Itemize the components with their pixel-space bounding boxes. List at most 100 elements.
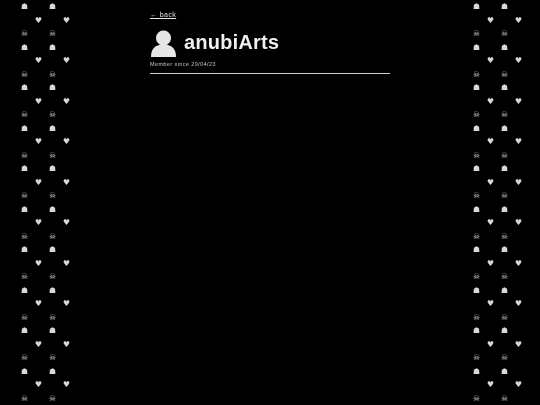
skull-icon: ☠ (48, 393, 57, 403)
heart-icon: ♥ (34, 96, 43, 106)
heart-icon: ♥ (486, 299, 495, 308)
ghost-icon: ☗ (48, 42, 57, 52)
heart-icon: ♥ (34, 380, 43, 389)
skull-icon: ☠ (20, 29, 29, 38)
ghost-icon: ☗ (472, 2, 481, 11)
heart-icon: ♥ (34, 137, 43, 146)
heart-icon: ♥ (62, 177, 71, 187)
ghost-icon: ☗ (20, 42, 29, 52)
ghost-icon: ☗ (500, 42, 509, 52)
profile-header: anubiArts (150, 29, 390, 57)
ghost-icon: ☗ (48, 123, 57, 133)
skull-icon: ☠ (500, 312, 509, 322)
ghost-icon: ☗ (20, 245, 29, 254)
skull-icon: ☠ (472, 231, 481, 241)
heart-icon: ♥ (514, 15, 523, 25)
skull-icon: ☠ (500, 353, 509, 362)
heart-icon: ♥ (514, 258, 523, 268)
skull-icon: ☠ (472, 312, 481, 322)
heart-icon: ♥ (514, 137, 523, 146)
ghost-icon: ☗ (48, 326, 57, 335)
heart-icon: ♥ (34, 15, 43, 25)
ghost-icon: ☗ (472, 204, 481, 214)
ghost-icon: ☗ (500, 326, 509, 335)
heart-icon: ♥ (62, 15, 71, 25)
skull-icon: ☠ (20, 353, 29, 362)
skull-icon: ☠ (20, 150, 29, 160)
skull-icon: ☠ (48, 69, 57, 79)
ghost-icon: ☗ (500, 204, 509, 214)
ghost-icon: ☗ (48, 2, 57, 11)
heart-icon: ♥ (514, 380, 523, 389)
heart-icon: ♥ (486, 137, 495, 146)
heart-icon: ♥ (486, 380, 495, 389)
ghost-icon: ☗ (48, 285, 57, 295)
ghost-icon: ☗ (48, 245, 57, 254)
ghost-icon: ☗ (500, 2, 509, 11)
ghost-icon: ☗ (48, 83, 57, 92)
skull-icon: ☠ (48, 272, 57, 281)
ghost-icon: ☗ (20, 2, 29, 11)
heart-icon: ♥ (486, 258, 495, 268)
skull-icon: ☠ (20, 191, 29, 200)
skull-icon: ☠ (500, 110, 509, 119)
heart-icon: ♥ (486, 56, 495, 65)
profile-content: ← back anubiArts Member since 29/04/23 (150, 4, 390, 74)
ghost-icon: ☗ (472, 245, 481, 254)
heart-icon: ♥ (34, 339, 43, 349)
skull-icon: ☠ (472, 353, 481, 362)
heart-icon: ♥ (34, 218, 43, 227)
skull-icon: ☠ (472, 393, 481, 403)
ghost-icon: ☗ (20, 83, 29, 92)
heart-icon: ♥ (514, 339, 523, 349)
ghost-icon: ☗ (500, 245, 509, 254)
heart-icon: ♥ (34, 258, 43, 268)
skull-icon: ☠ (500, 69, 509, 79)
heart-icon: ♥ (486, 96, 495, 106)
skull-icon: ☠ (20, 312, 29, 322)
heart-icon: ♥ (62, 56, 71, 65)
ghost-icon: ☗ (500, 123, 509, 133)
page: ☗ ☗ ♥ ♥ ☠ ☠ ☗ ☗ ♥ ♥ ☠ ☠ ☗ ☗ ♥ ♥ ☠ ☠ ☗ ☗ ♥ ♥ ☠ ☠ ☗ ☗ ♥ ♥ ☠ ☠ ☗ ☗ ♥ ♥ ☠ ☠ ☗ ☗ ♥ ♥… (0, 0, 540, 405)
heart-icon: ♥ (514, 96, 523, 106)
heart-icon: ♥ (514, 177, 523, 187)
skull-icon: ☠ (48, 150, 57, 160)
ghost-icon: ☗ (500, 366, 509, 376)
back-link[interactable]: ← back (150, 12, 176, 19)
skull-icon: ☠ (48, 231, 57, 241)
right-decorative-pattern: ☗ ☗ ♥ ♥ ☠ ☠ ☗ ☗ ♥ ♥ ☠ ☠ ☗ ☗ ♥ ♥ ☠ ☠ ☗ ☗ ♥ ♥ ☠ ☠ ☗ ☗ ♥ ♥ ☠ ☠ ☗ ☗ ♥ ♥ ☠ ☠ ☗ ☗ ♥ ♥… (466, 0, 528, 405)
skull-icon: ☠ (500, 272, 509, 281)
ghost-icon: ☗ (472, 366, 481, 376)
ghost-icon: ☗ (500, 285, 509, 295)
ghost-icon: ☗ (472, 42, 481, 52)
skull-icon: ☠ (472, 272, 481, 281)
ghost-icon: ☗ (500, 164, 509, 173)
ghost-icon: ☗ (48, 366, 57, 376)
ghost-icon: ☗ (20, 204, 29, 214)
heart-icon: ♥ (34, 56, 43, 65)
ghost-icon: ☗ (472, 285, 481, 295)
heart-icon: ♥ (62, 258, 71, 268)
skull-icon: ☠ (48, 353, 57, 362)
skull-icon: ☠ (472, 150, 481, 160)
skull-icon: ☠ (500, 393, 509, 403)
heart-icon: ♥ (62, 137, 71, 146)
ghost-icon: ☗ (472, 123, 481, 133)
heart-icon: ♥ (62, 96, 71, 106)
heart-icon: ♥ (486, 177, 495, 187)
ghost-icon: ☗ (472, 164, 481, 173)
skull-icon: ☠ (20, 231, 29, 241)
skull-icon: ☠ (472, 191, 481, 200)
member-since-text: Member since 29/04/23 (150, 62, 216, 68)
skull-icon: ☠ (500, 231, 509, 241)
heart-icon: ♥ (34, 299, 43, 308)
skull-icon: ☠ (20, 69, 29, 79)
heart-icon: ♥ (514, 299, 523, 308)
heart-icon: ♥ (486, 15, 495, 25)
skull-icon: ☠ (500, 150, 509, 160)
skull-icon: ☠ (48, 312, 57, 322)
username: anubiArts (184, 31, 280, 54)
user-silhouette-icon (151, 30, 176, 57)
divider (150, 73, 390, 74)
skull-icon: ☠ (472, 69, 481, 79)
